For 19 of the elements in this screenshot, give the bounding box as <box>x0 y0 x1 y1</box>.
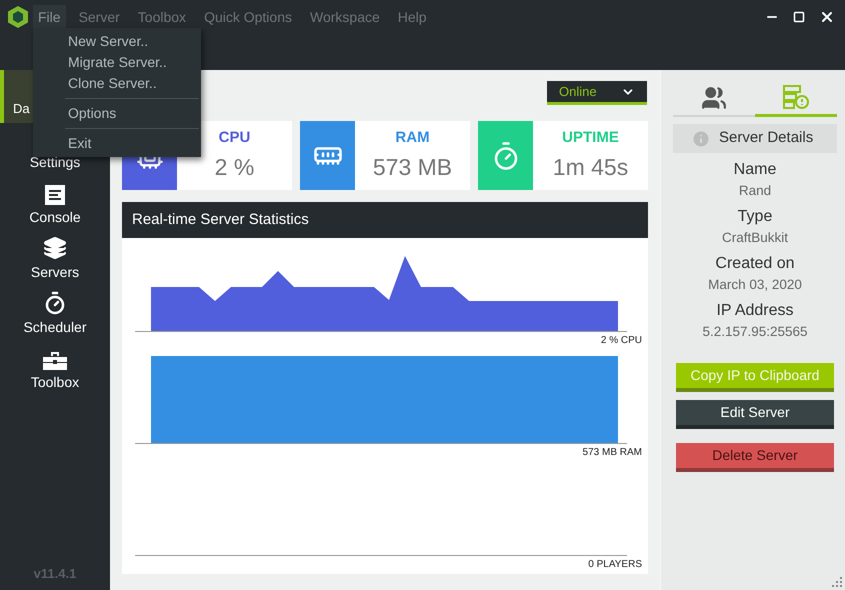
detail-label: Name <box>734 160 776 180</box>
detail-label: Type <box>738 207 772 227</box>
detail-value: CraftBukkit <box>722 229 788 247</box>
detail-value: 5.2.157.95:25565 <box>702 323 808 341</box>
detail-value: March 03, 2020 <box>708 276 802 294</box>
stat-value: 1m 45s <box>552 152 628 182</box>
detail-label: IP Address <box>716 301 794 321</box>
panel-header: Real-time Server Statistics <box>122 202 648 238</box>
stat-value: 573 MB <box>372 152 452 182</box>
chart-label: 2 % CPU <box>600 334 643 348</box>
stat-title: UPTIME <box>562 128 619 148</box>
stat-value: 2 % <box>214 152 254 182</box>
stat-title: CPU <box>218 128 250 148</box>
stat-title: RAM <box>395 128 430 148</box>
chart-label: 0 PLAYERS <box>588 558 643 572</box>
chart-label: 573 MB RAM <box>582 446 643 460</box>
detail-label: Created on <box>715 254 795 274</box>
details-title: Server Details <box>719 128 814 148</box>
detail-value: Rand <box>738 182 772 200</box>
